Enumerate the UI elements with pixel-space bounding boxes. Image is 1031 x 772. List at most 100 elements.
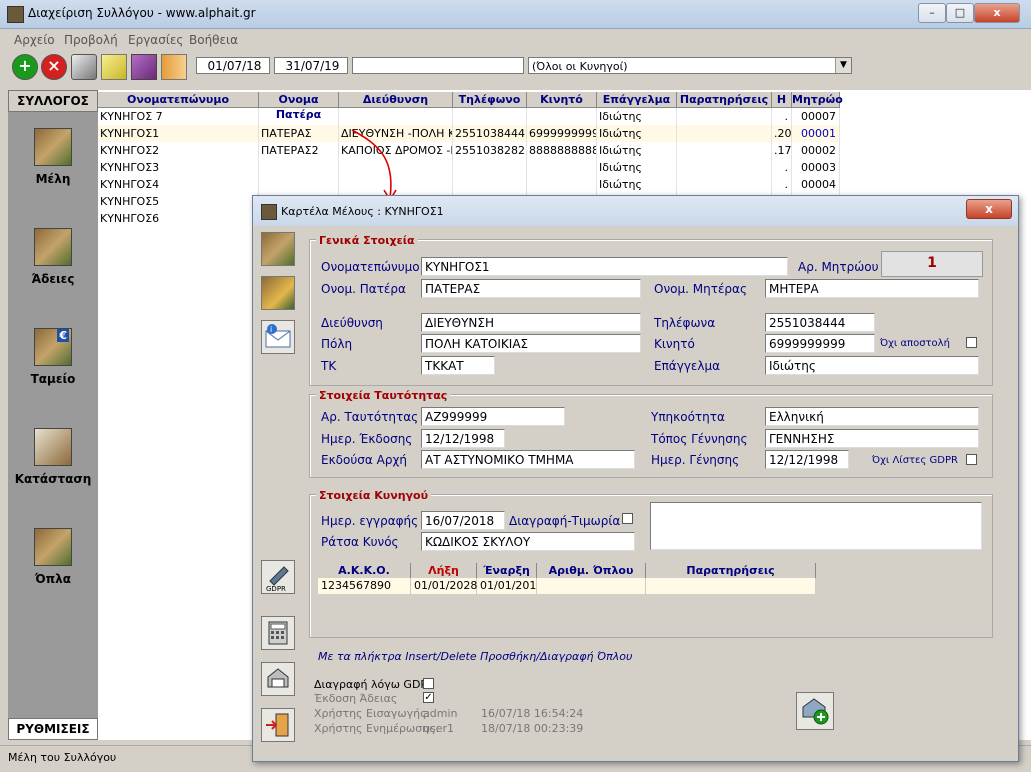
- col-header-mobile[interactable]: Κινητό: [527, 92, 597, 108]
- weapons-col-start[interactable]: Έναρξη: [477, 563, 537, 579]
- menubar: Αρχείο Προβολή Εργασίες Βοήθεια: [0, 29, 1031, 49]
- col-header-notes[interactable]: Παρατηρήσεις: [677, 92, 772, 108]
- col-header-regno[interactable]: Μητρώο: [792, 92, 843, 108]
- mail-icon[interactable]: i: [261, 320, 295, 354]
- gdpr-delete-label: Διαγραφή λόγω GDPR: [314, 678, 435, 691]
- phone-field[interactable]: 2551038444: [765, 313, 875, 332]
- tab-license-icon[interactable]: [261, 276, 295, 310]
- weapon-notes-cell[interactable]: [646, 578, 816, 594]
- weapon-expiry-cell[interactable]: 01/01/2028: [411, 578, 477, 594]
- menu-help[interactable]: Βοήθεια: [189, 33, 238, 47]
- zip-field[interactable]: ΤΚΚΑΤ: [421, 356, 495, 375]
- row-job-cell: Ιδιώτης: [597, 176, 677, 193]
- reg-date-field[interactable]: 16/07/2018: [421, 511, 505, 530]
- weapons-col-notes[interactable]: Παρατηρήσεις: [646, 563, 816, 579]
- weapons-col-expiry[interactable]: Λήξη: [411, 563, 477, 579]
- add-icon[interactable]: +: [12, 54, 38, 80]
- col-header-address[interactable]: Διεύθυνση: [339, 92, 453, 108]
- sidebar-item-weapons[interactable]: Όπλα: [8, 528, 98, 586]
- delete-penalty-checkbox[interactable]: [622, 513, 633, 524]
- row-h-cell: .: [772, 176, 792, 193]
- table-row[interactable]: ΚΥΝΗΓΟΣ 7 Ιδιώτης. 00007: [98, 108, 840, 125]
- table-row[interactable]: ΚΥΝΗΓΟΣ1 ΠΑΤΕΡΑΣ ΔΙΕΥΘΥΝΣΗ -ΠΟΛΗ ΚΑ 2551038…: [98, 125, 840, 142]
- sidebar-item-licenses[interactable]: Άδειες: [8, 228, 98, 286]
- date-from-field[interactable]: 01/07/18: [196, 57, 270, 74]
- maximize-button[interactable]: □: [946, 3, 974, 23]
- col-header-father[interactable]: Ονομα Πατέρα: [259, 92, 339, 121]
- dialog-close-button[interactable]: x: [966, 199, 1012, 219]
- minimize-button[interactable]: –: [918, 3, 946, 23]
- table-row[interactable]: ΚΥΝΗΓΟΣ4 Ιδιώτης. 00004: [98, 176, 840, 193]
- issue-date-field[interactable]: 12/12/1998: [421, 429, 505, 448]
- hunter-filter-select[interactable]: (Όλοι οι Κυνηγοί) ▼: [528, 57, 852, 74]
- mobile-field[interactable]: 6999999999: [765, 334, 875, 353]
- sidebar-item-label: Ταμείο: [30, 372, 76, 386]
- dog-field[interactable]: ΚΩΔΙΚΟΣ ΣΚΥΛΟΥ: [421, 532, 635, 551]
- row-job-cell: Ιδιώτης: [597, 125, 677, 142]
- birthplace-field[interactable]: ΓΕΝΝΗΣΗΣ: [765, 429, 979, 448]
- delete-icon[interactable]: ×: [41, 54, 67, 80]
- print-icon[interactable]: [71, 54, 97, 80]
- print-icon[interactable]: [261, 662, 295, 696]
- weapons-col-weapon-no[interactable]: Αριθμ. Όπλου: [537, 563, 646, 579]
- authority-field[interactable]: ΑΤ ΑΣΤΥΝΟΜΙΚΟ ΤΜΗΜΑ: [421, 450, 635, 469]
- table-row[interactable]: ΚΥΝΗΓΟΣ2 ΠΑΤΕΡΑΣ2 ΚΑΠΟΙΟΣ ΔΡΟΜΟΣ -ΚΑ 255103…: [98, 142, 840, 159]
- sidebar-item-status[interactable]: Κατάσταση: [8, 428, 98, 486]
- row-job-cell: Ιδιώτης: [597, 142, 677, 159]
- no-send-checkbox[interactable]: [966, 337, 977, 348]
- sidebar-item-members[interactable]: Μέλη: [8, 128, 98, 186]
- fullname-label: Ονοματεπώνυμο: [321, 260, 420, 274]
- address-field[interactable]: ΔΙΕΥΘΥΝΣΗ: [421, 313, 641, 332]
- row-name-cell: ΚΥΝΗΓΟΣ6: [98, 210, 259, 227]
- status-text: Μέλη του Συλλόγου: [8, 751, 117, 764]
- col-header-h[interactable]: Η: [772, 92, 792, 108]
- sidebar-item-cashier[interactable]: € Ταμείο: [8, 328, 98, 386]
- hunter-icon: [34, 128, 72, 166]
- insert-time-value: 16/07/18 16:54:24: [481, 707, 584, 720]
- row-father-cell: [259, 176, 339, 193]
- col-header-fullname[interactable]: Ονοματεπώνυμο: [98, 92, 259, 108]
- search-field[interactable]: [352, 57, 524, 74]
- weapon-number-cell[interactable]: [537, 578, 646, 594]
- tab-member-icon[interactable]: [261, 232, 295, 266]
- weapon-start-cell[interactable]: 01/01/2018: [477, 578, 543, 594]
- hunter-notes-field[interactable]: [650, 502, 982, 550]
- birthdate-field[interactable]: 12/12/1998: [765, 450, 849, 469]
- date-to-field[interactable]: 31/07/19: [274, 57, 348, 74]
- city-field[interactable]: ΠΟΛΗ ΚΑΤΟΙΚΙΑΣ: [421, 334, 641, 353]
- close-button[interactable]: x: [974, 3, 1020, 23]
- id-field[interactable]: ΑΖ999999: [421, 407, 565, 426]
- calculator-icon[interactable]: [261, 616, 295, 650]
- book-icon[interactable]: [131, 54, 157, 80]
- menu-view[interactable]: Προβολή: [64, 33, 118, 47]
- fullname-field[interactable]: ΚΥΝΗΓΟΣ1: [421, 257, 788, 276]
- exit-icon[interactable]: [161, 54, 187, 80]
- col-header-job[interactable]: Επάγγελμα: [597, 92, 677, 108]
- license-issued-checkbox[interactable]: ✓: [423, 692, 434, 703]
- weapon-akko-cell[interactable]: 1234567890: [318, 578, 411, 594]
- add-weapon-button[interactable]: [796, 692, 834, 730]
- exit-icon[interactable]: [261, 708, 295, 742]
- chevron-down-icon[interactable]: ▼: [835, 58, 851, 73]
- settings-button[interactable]: ΡΥΘΜΙΣΕΙΣ: [8, 718, 98, 740]
- insert-user-label: Χρήστης Εισαγωγής:: [314, 707, 431, 720]
- father-field[interactable]: ΠΑΤΕΡΑΣ: [421, 279, 641, 298]
- table-row[interactable]: ΚΥΝΗΓΟΣ3 Ιδιώτης. 00003: [98, 159, 840, 176]
- weapons-col-akko[interactable]: Α.Κ.Κ.Ο.: [318, 563, 411, 579]
- sidebar-title[interactable]: ΣΥΛΛΟΓΟΣ: [8, 90, 98, 112]
- gdpr-lists-checkbox[interactable]: [966, 454, 977, 465]
- mother-field[interactable]: ΜΗΤΕΡΑ: [765, 279, 979, 298]
- row-name-cell: ΚΥΝΗΓΟΣ1: [98, 125, 259, 142]
- notes-icon[interactable]: [101, 54, 127, 80]
- gdpr-delete-checkbox[interactable]: [423, 678, 434, 689]
- nationality-field[interactable]: Ελληνική: [765, 407, 979, 426]
- license-icon: [34, 228, 72, 266]
- menu-file[interactable]: Αρχείο: [14, 33, 55, 47]
- col-header-phone[interactable]: Τηλέφωνο: [453, 92, 527, 108]
- birthdate-label: Ημερ. Γένησης: [651, 453, 740, 467]
- gdpr-icon[interactable]: GDPR: [261, 560, 295, 594]
- menu-tasks[interactable]: Εργασίες: [128, 33, 183, 47]
- job-field[interactable]: Ιδιώτης: [765, 356, 979, 375]
- insert-user-value: admin: [423, 707, 458, 720]
- svg-text:i: i: [270, 325, 272, 334]
